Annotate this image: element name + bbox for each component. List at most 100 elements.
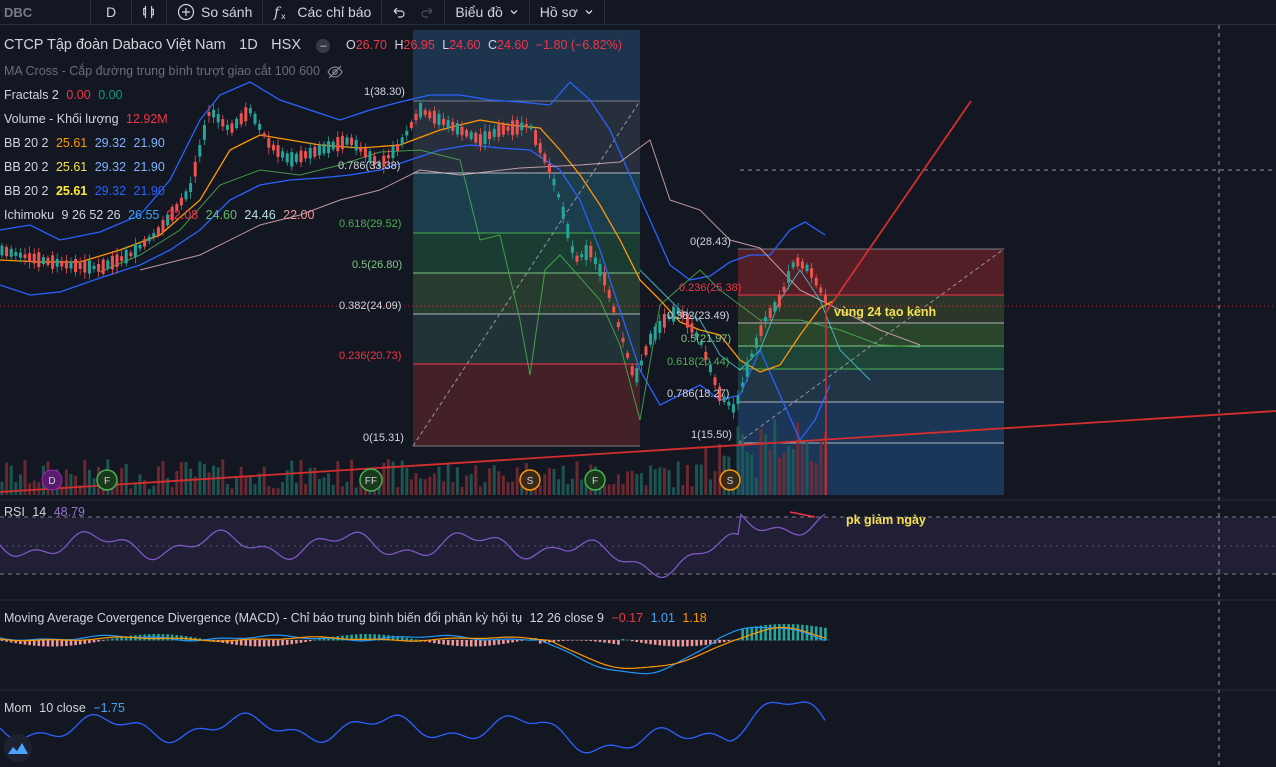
candle-body [396, 144, 400, 151]
volume-bar [754, 477, 758, 495]
minus-circle-icon[interactable]: – [316, 38, 331, 53]
series-title[interactable]: CTCP Tập đoàn Dabaco Việt Nam [4, 37, 226, 53]
fib-left-label: 0.236(20.73) [339, 350, 402, 362]
candle-body [336, 137, 340, 152]
undo-icon[interactable] [392, 5, 406, 19]
compare-button[interactable]: So sánh [167, 0, 264, 24]
profile-menu[interactable]: Hồ sơ [530, 0, 605, 24]
candle-body [621, 337, 625, 343]
ichimoku-legend[interactable]: Ichimoku 9 26 52 26 26.55 22.08 24.60 24… [4, 208, 318, 222]
ohlc-open-label: O [345, 38, 356, 52]
candle-body [566, 224, 570, 239]
volume-legend[interactable]: Volume - Khối lượng 12.92M [4, 112, 172, 126]
candle-body [538, 143, 542, 153]
bb-legend-3[interactable]: BB 20 2 25.61 29.32 21.90 [4, 184, 169, 198]
macd-histogram-bar [69, 640, 73, 646]
fib-left-label: 1(38.30) [364, 86, 405, 98]
fib-left-label: 0.786(33.38) [338, 160, 401, 172]
volume-bar [409, 479, 413, 495]
ichimoku-params: 9 26 52 26 [61, 208, 121, 222]
volume-bar [184, 462, 188, 495]
volume-bar [138, 474, 142, 495]
symbol-search-button[interactable]: DBC [0, 0, 91, 24]
macd-histogram-bar [589, 640, 593, 642]
volume-bar [276, 488, 280, 495]
bb-upper-value: 29.32 [94, 160, 127, 174]
macd-histogram-bar [51, 640, 54, 647]
macd-histogram-bar [704, 640, 708, 645]
volume-bar [386, 459, 390, 495]
candle-body [267, 138, 271, 148]
fib-retracement-left[interactable] [412, 30, 641, 447]
macd-histogram-bar [281, 640, 284, 646]
candle-body [727, 401, 731, 406]
main-price-chart[interactable]: D F FF S F S [0, 25, 1276, 767]
candle-body [409, 122, 413, 129]
bb-legend-2[interactable]: BB 20 2 25.61 29.32 21.90 [4, 160, 169, 174]
interval-button[interactable]: D [91, 0, 132, 24]
ohlc-high-label: H [394, 38, 404, 52]
event-marker-label: F [592, 476, 598, 487]
candle-body [253, 113, 257, 124]
bb-legend-1[interactable]: BB 20 2 25.61 29.32 21.90 [4, 136, 169, 150]
fib-right-label: 0.382(23.49) [667, 310, 730, 322]
tradingview-logo-icon[interactable] [4, 734, 32, 762]
macd-histogram [0, 624, 827, 647]
chart-type-menu[interactable]: Biểu đồ [445, 0, 530, 24]
candle-body [276, 145, 280, 157]
volume-bar [198, 461, 202, 495]
candle-body [543, 153, 547, 163]
macd-histogram-bar [782, 624, 786, 641]
macd-histogram-bar [299, 640, 303, 643]
candle-body [653, 326, 657, 340]
volume-bar [649, 465, 653, 495]
bb-basis-value: 25.61 [55, 136, 88, 150]
redo-icon[interactable] [420, 5, 434, 19]
volume-bar [340, 486, 344, 495]
ma-cross-legend[interactable]: MA Cross - Cắp đường trung bình trượt gi… [4, 64, 343, 79]
chart-style-button[interactable] [132, 0, 167, 24]
rsi-legend[interactable]: RSI 14 48.79 [4, 505, 89, 519]
volume-bar [768, 449, 772, 495]
rsi-divergence-line[interactable] [789, 511, 816, 518]
candle-body [46, 257, 50, 265]
macd-legend[interactable]: Moving Average Covergence Divergence (MA… [4, 611, 711, 625]
candle-body [308, 148, 312, 159]
volume-bar [800, 443, 804, 495]
candle-body [759, 325, 763, 337]
macd-params: 12 26 close 9 [529, 611, 604, 625]
macd-histogram-bar [460, 640, 464, 647]
ohlc-open: 26.70 [355, 38, 387, 52]
volume-label: Volume - Khối lượng [4, 112, 119, 126]
eye-off-icon[interactable] [327, 65, 343, 79]
candle-body [570, 246, 574, 253]
candle-body [41, 257, 45, 265]
candle-body [221, 119, 225, 127]
fractals-value-1: 0.00 [66, 88, 91, 102]
rsi-annotation[interactable]: pk giảm ngày [846, 513, 926, 527]
volume-bar [805, 441, 809, 495]
macd-histogram-bar [621, 639, 625, 641]
volume-bar [83, 459, 87, 495]
macd-histogram-bar [824, 627, 827, 641]
volume-bar [304, 484, 308, 495]
candle-body [626, 352, 630, 358]
macd-histogram-bar [778, 624, 781, 641]
macd-histogram-bar [290, 640, 294, 645]
rsi-param: 14 [32, 505, 47, 519]
channel-annotation[interactable]: vùng 24 tạo kênh [834, 305, 936, 319]
fractals-legend[interactable]: Fractals 2 0.00 0.00 [4, 88, 127, 102]
candle-body [520, 122, 524, 131]
bb-label: BB 20 2 [4, 160, 49, 174]
ma-cross-label: MA Cross - Cắp đường trung bình trượt gi… [4, 64, 320, 78]
macd-histogram-bar [474, 640, 478, 647]
mom-legend[interactable]: Mom 10 close −1.75 [4, 701, 129, 715]
macd-histogram-bar [405, 637, 409, 641]
macd-histogram-bar [791, 624, 795, 641]
macd-histogram-bar [557, 640, 560, 642]
fx-icon: fx [273, 5, 286, 21]
indicators-button[interactable]: fx Các chỉ báo [263, 0, 383, 24]
candle-body [810, 268, 814, 278]
volume-bar [695, 464, 699, 495]
volume-bar [621, 483, 625, 495]
